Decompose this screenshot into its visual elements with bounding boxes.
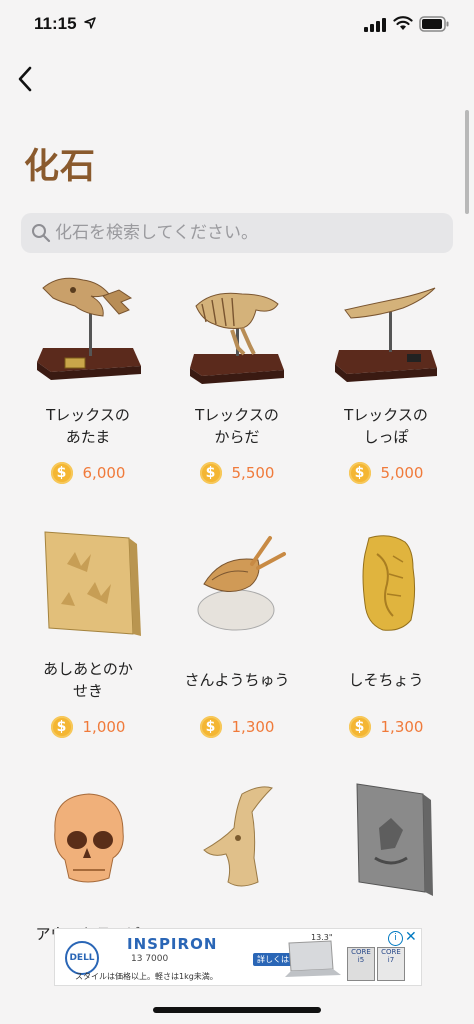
price-row: $ 1,300 bbox=[316, 716, 456, 738]
cpu-badge-i5: CORE i5 bbox=[347, 947, 375, 981]
fossil-item[interactable]: さんようちゅう $ 1,300 bbox=[167, 524, 307, 738]
fossil-skull-image bbox=[182, 778, 292, 898]
fossil-item[interactable]: あしあとのか せき $ 1,000 bbox=[18, 524, 158, 738]
coin-icon: $ bbox=[348, 462, 371, 484]
wifi-icon bbox=[393, 16, 413, 30]
dell-logo: DELL bbox=[65, 941, 99, 975]
fossil-price: 1,000 bbox=[82, 718, 126, 736]
cellular-signal-icon bbox=[364, 18, 386, 32]
back-button[interactable] bbox=[12, 62, 42, 96]
trilobite-image bbox=[182, 524, 292, 644]
trex-tail-image bbox=[331, 270, 441, 390]
price-row: $ 1,300 bbox=[167, 716, 307, 738]
fossil-price: 1,300 bbox=[231, 718, 275, 736]
search-bar[interactable] bbox=[21, 213, 453, 253]
fossil-item[interactable]: Tレックスの からだ $ 5,500 bbox=[167, 270, 307, 484]
fossil-price: 1,300 bbox=[380, 718, 424, 736]
ad-screen-size: 13.3" bbox=[311, 933, 333, 942]
fossil-name: Tレックスの しっぽ bbox=[344, 406, 428, 446]
coin-icon: $ bbox=[50, 462, 73, 484]
search-icon bbox=[32, 224, 51, 243]
fossil-item[interactable]: Tレックスの あたま $ 6,000 bbox=[18, 270, 158, 484]
australopith-skull-image bbox=[33, 778, 143, 898]
coin-icon: $ bbox=[50, 716, 73, 738]
cpu-badge-i7: CORE i7 bbox=[377, 947, 405, 981]
footprint-fossil-image bbox=[33, 524, 143, 644]
fossil-slab-image bbox=[331, 778, 441, 898]
fossil-price: 5,500 bbox=[231, 464, 275, 482]
fossil-price: 5,000 bbox=[380, 464, 424, 482]
page-title: 化石 bbox=[24, 147, 97, 187]
fossil-item[interactable]: しそちょう $ 1,300 bbox=[316, 524, 456, 738]
laptop-image bbox=[285, 940, 341, 977]
fossil-name: あしあとのか せき bbox=[43, 660, 133, 700]
ad-model: 13 7000 bbox=[131, 954, 169, 964]
trex-torso-image bbox=[182, 270, 292, 390]
trex-skull-image bbox=[33, 270, 143, 390]
fossil-name: Tレックスの あたま bbox=[46, 406, 130, 446]
archaeopteryx-image bbox=[331, 524, 441, 644]
scroll-indicator[interactable] bbox=[465, 110, 469, 214]
chevron-left-icon bbox=[18, 66, 32, 92]
price-row: $ 5,500 bbox=[167, 462, 307, 484]
coin-icon: $ bbox=[199, 462, 222, 484]
fossil-name: Tレックスの からだ bbox=[195, 406, 279, 446]
fossil-price: 6,000 bbox=[82, 464, 126, 482]
ad-tagline: スタイルは価格以上。軽さは1kg未満。 bbox=[75, 972, 218, 981]
search-input[interactable] bbox=[55, 213, 435, 253]
fossil-item[interactable]: Tレックスの しっぽ $ 5,000 bbox=[316, 270, 456, 484]
status-time: 11:15 bbox=[34, 14, 77, 33]
location-arrow-icon bbox=[84, 17, 96, 29]
price-row: $ 1,000 bbox=[18, 716, 158, 738]
home-indicator bbox=[153, 1007, 321, 1013]
ad-info-icon[interactable]: i bbox=[388, 931, 403, 946]
ad-product-name: INSPIRON bbox=[127, 935, 218, 953]
price-row: $ 5,000 bbox=[316, 462, 456, 484]
price-row: $ 6,000 bbox=[18, 462, 158, 484]
ad-banner[interactable]: DELL INSPIRON 13 7000 スタイルは価格以上。軽さは1kg未満… bbox=[54, 928, 422, 986]
ad-close-icon[interactable]: ✕ bbox=[405, 929, 417, 945]
battery-icon bbox=[419, 16, 449, 32]
fossil-name: さんようちゅう bbox=[184, 671, 290, 689]
status-bar: 11:15 bbox=[0, 0, 474, 52]
coin-icon: $ bbox=[199, 716, 222, 738]
coin-icon: $ bbox=[348, 716, 371, 738]
fossil-name: しそちょう bbox=[348, 671, 424, 689]
